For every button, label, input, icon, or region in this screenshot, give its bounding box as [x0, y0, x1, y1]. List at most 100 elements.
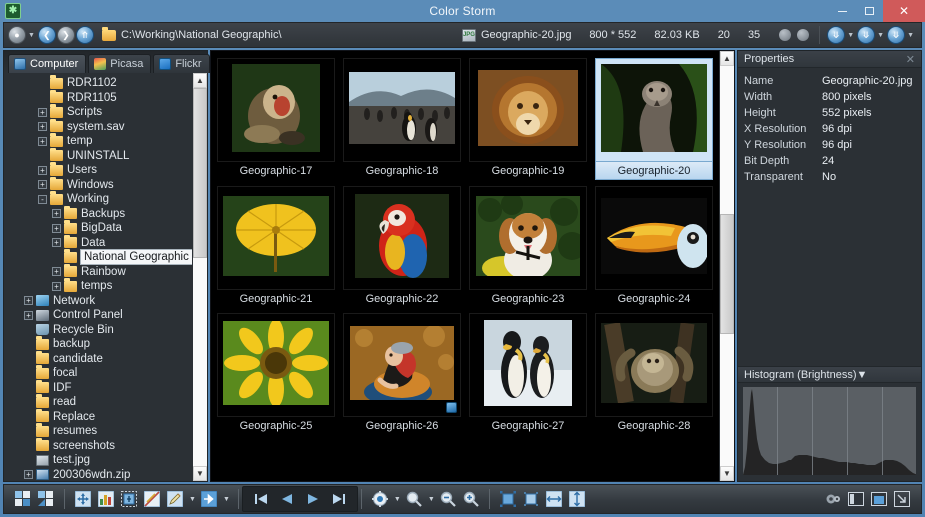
- tree-item[interactable]: + Control Panel: [4, 308, 192, 323]
- expand-icon[interactable]: +: [38, 136, 47, 146]
- action-one-icon[interactable]: ⤋: [827, 26, 846, 44]
- thumbnail-cell[interactable]: Geographic-28: [591, 309, 717, 436]
- play-back-icon[interactable]: [277, 489, 297, 509]
- panel-left-icon[interactable]: [846, 489, 866, 509]
- thumbnail-image-woman-red-scarf[interactable]: [343, 313, 461, 417]
- fit-height-icon[interactable]: [567, 489, 587, 509]
- tree-item[interactable]: + Scripts: [4, 104, 192, 120]
- action-one-caret-icon[interactable]: ▼: [847, 32, 854, 39]
- thumbnail-cell[interactable]: Geographic-21: [213, 182, 339, 309]
- expand-icon[interactable]: +: [24, 310, 33, 320]
- thumbnail-cell[interactable]: Geographic-17: [213, 54, 339, 182]
- up-arrow-icon[interactable]: ⤊: [75, 26, 94, 44]
- tree-item[interactable]: + temp: [4, 133, 192, 149]
- action-two-caret-icon[interactable]: ▼: [877, 32, 884, 39]
- thumbnail-cell[interactable]: Geographic-19: [465, 54, 591, 182]
- grid-scroll-down-icon[interactable]: ▼: [720, 466, 734, 481]
- path-display[interactable]: C:\Working\National Geographic\: [101, 26, 352, 41]
- grid-scroll-track[interactable]: [720, 66, 734, 466]
- thumbnail-cell[interactable]: Geographic-26: [339, 309, 465, 436]
- tree-item[interactable]: + Network: [4, 294, 192, 309]
- tree-item[interactable]: read: [4, 394, 192, 410]
- gear-dropdown-caret-icon[interactable]: ▼: [394, 496, 401, 503]
- tree-item[interactable]: + Backups: [4, 205, 192, 222]
- status-circle-two-icon[interactable]: [797, 29, 810, 41]
- zoom-in-icon[interactable]: [461, 489, 481, 509]
- thumbnail-image-lion[interactable]: [469, 58, 587, 162]
- gear-icon[interactable]: [370, 489, 390, 509]
- tree-item[interactable]: resumes: [4, 423, 192, 439]
- chevron-down-icon[interactable]: ▼: [856, 369, 867, 381]
- actual-size-icon[interactable]: [521, 489, 541, 509]
- expand-icon[interactable]: +: [38, 180, 47, 190]
- thumbnail-image-beagle-dog[interactable]: [469, 186, 587, 290]
- pencil-icon[interactable]: [165, 489, 185, 509]
- tab-flickr[interactable]: Flickr: [153, 54, 210, 73]
- thumbnail-image-cobra[interactable]: [595, 58, 713, 162]
- thumbnail-image-yellow-umbrella-flower[interactable]: [217, 186, 335, 290]
- magnifier-dropdown-caret-icon[interactable]: ▼: [428, 496, 435, 503]
- tree-item[interactable]: + Data: [4, 234, 192, 251]
- fit-width-icon[interactable]: [544, 489, 564, 509]
- folder-tree[interactable]: RDR1102 RDR1105 + Scripts + system.sav + temp UN…: [4, 73, 192, 481]
- status-circle-one-icon[interactable]: [779, 29, 792, 41]
- home-orb-icon[interactable]: ●: [8, 26, 26, 44]
- bar-chart-icon[interactable]: [96, 489, 116, 509]
- thumbnail-cell[interactable]: Geographic-27: [465, 309, 591, 436]
- tree-item[interactable]: backup: [4, 336, 192, 352]
- tab-picasa[interactable]: Picasa: [88, 54, 152, 73]
- thumbnail-cell[interactable]: Geographic-24: [591, 182, 717, 309]
- action-two-icon[interactable]: ⤋: [857, 26, 876, 44]
- tree-item[interactable]: IDF: [4, 379, 192, 396]
- expand-icon[interactable]: +: [52, 209, 61, 219]
- export-arrow-icon[interactable]: [199, 489, 219, 509]
- forward-arrow-icon[interactable]: ❯: [56, 26, 75, 44]
- histogram-header[interactable]: Histogram (Brightness) ▼: [738, 366, 921, 383]
- tree-item[interactable]: +200306wdn.zip: [4, 468, 192, 482]
- back-arrow-icon[interactable]: ❮: [37, 26, 56, 44]
- expand-icon[interactable]: +: [52, 238, 61, 248]
- tree-item[interactable]: + Windows: [4, 176, 192, 193]
- thumbnail-cell[interactable]: Geographic-18: [339, 54, 465, 182]
- tree-item[interactable]: National Geographic: [4, 249, 192, 266]
- action-three-caret-icon[interactable]: ▼: [907, 32, 914, 39]
- sidebar-scrollbar[interactable]: ▲ ▼: [192, 73, 207, 481]
- minimize-button[interactable]: [829, 0, 856, 22]
- tree-item[interactable]: + Rainbow: [4, 263, 192, 280]
- properties-close-icon[interactable]: ✕: [906, 53, 915, 66]
- thumbnail-image-monkey[interactable]: [217, 58, 335, 162]
- tree-item[interactable]: - Working: [4, 191, 192, 207]
- collapse-icon[interactable]: -: [38, 194, 47, 204]
- expand-icon[interactable]: +: [24, 470, 33, 480]
- maximize-button[interactable]: [856, 0, 883, 22]
- tree-item[interactable]: + system.sav: [4, 118, 192, 135]
- sidebar-scroll-track[interactable]: [193, 88, 207, 466]
- expand-icon[interactable]: +: [24, 296, 33, 306]
- thumbnail-image-sunflower[interactable]: [217, 313, 335, 417]
- expand-icon[interactable]: +: [52, 267, 61, 277]
- scroll-down-icon[interactable]: ▼: [193, 466, 207, 481]
- selection-icon[interactable]: [119, 489, 139, 509]
- zoom-out-icon[interactable]: [438, 489, 458, 509]
- thumbnail-cell[interactable]: Geographic-23: [465, 182, 591, 309]
- transform-icon[interactable]: [142, 489, 162, 509]
- expand-icon[interactable]: +: [38, 122, 47, 132]
- tree-item[interactable]: + temps: [4, 278, 192, 294]
- thumbnail-image-toucan[interactable]: [595, 186, 713, 290]
- thumbnail-image-sloth-tree[interactable]: [595, 313, 713, 417]
- thumbnail-image-emperor-penguins[interactable]: [469, 313, 587, 417]
- expand-icon[interactable]: +: [38, 165, 47, 175]
- export-dropdown-caret-icon[interactable]: ▼: [223, 496, 230, 503]
- thumbnail-scroll-area[interactable]: Geographic-17 Geographic-18 Geographic-19 G…: [211, 51, 719, 481]
- move-arrows-icon[interactable]: [73, 489, 93, 509]
- gears-icon[interactable]: [823, 489, 843, 509]
- close-button[interactable]: ✕: [883, 0, 925, 22]
- tab-computer[interactable]: Computer: [8, 54, 87, 73]
- thumbnail-cell[interactable]: Geographic-22: [339, 182, 465, 309]
- tree-item[interactable]: + BigData: [4, 220, 192, 236]
- tree-item[interactable]: candidate: [4, 350, 192, 367]
- action-three-icon[interactable]: ⤋: [887, 26, 906, 44]
- thumbnail-cell[interactable]: Geographic-25: [213, 309, 339, 436]
- thumbnail-scrollbar[interactable]: ▲ ▼: [719, 51, 734, 481]
- grid-scroll-thumb[interactable]: [720, 214, 734, 334]
